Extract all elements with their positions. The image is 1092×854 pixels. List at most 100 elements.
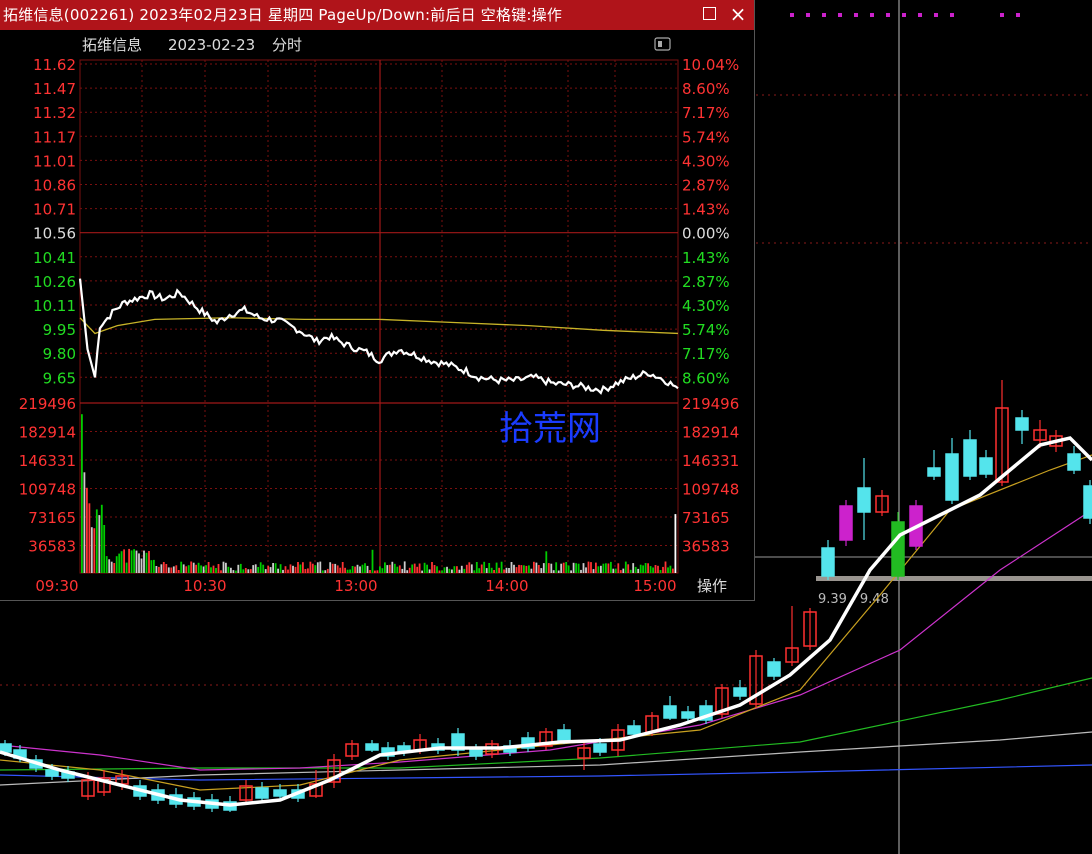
volume-bar: [115, 556, 118, 573]
volume-bar: [311, 563, 314, 573]
candlestick[interactable]: [839, 500, 853, 546]
volume-bar: [391, 561, 394, 573]
price-label: 9.65: [43, 369, 76, 387]
intraday-chart[interactable]: 拓维信息 2023-02-23 分时 11.62 10.04% 11.47 8.60% 11.…: [0, 30, 754, 600]
percent-label: 8.60%: [682, 80, 730, 98]
restore-button[interactable]: [698, 3, 720, 25]
volume-bar: [148, 551, 150, 573]
candlestick[interactable]: [875, 490, 889, 516]
volume-bar: [485, 568, 488, 573]
candlestick[interactable]: [381, 742, 395, 760]
price-label: 11.01: [33, 152, 76, 170]
volume-bar: [423, 562, 426, 573]
candlestick[interactable]: [239, 780, 253, 804]
candlestick[interactable]: [927, 450, 941, 480]
volume-bar: [649, 566, 652, 573]
volume-bar: [93, 528, 96, 573]
candlestick[interactable]: [785, 606, 799, 666]
candlestick[interactable]: [699, 700, 713, 724]
volume-bar: [436, 566, 438, 573]
percent-label: 1.43%: [682, 201, 730, 219]
volume-bar: [555, 562, 558, 573]
candlestick[interactable]: [733, 680, 747, 700]
restore-icon: [702, 7, 716, 20]
volume-bar: [309, 561, 312, 573]
close-button[interactable]: ×: [727, 3, 749, 25]
volume-bar: [113, 563, 116, 573]
volume-bar: [145, 552, 148, 573]
candlestick[interactable]: [995, 380, 1009, 486]
volume-bar: [153, 559, 155, 573]
volume-bar: [518, 564, 520, 573]
price-label: 11.17: [33, 128, 76, 146]
candlestick[interactable]: [979, 450, 993, 478]
volume-bar: [284, 566, 287, 573]
candle-body: [469, 749, 483, 757]
candlestick[interactable]: [431, 738, 445, 754]
popup-title-bar[interactable]: 拓维信息(002261) 2023年02月23日 星期四 PageUp/Down…: [0, 0, 754, 30]
candle-body: [963, 439, 977, 477]
volume-bar: [416, 566, 419, 573]
candlestick[interactable]: [539, 728, 553, 750]
candlestick[interactable]: [821, 540, 835, 580]
percent-label: 4.30%: [682, 152, 730, 170]
candle-body: [681, 711, 695, 719]
volume-bar: [575, 563, 577, 573]
percent-label: 7.17%: [682, 345, 730, 363]
volume-bar: [187, 565, 190, 573]
volume-bar: [418, 563, 421, 573]
candlestick[interactable]: [451, 728, 465, 756]
candle-body: [945, 453, 959, 501]
toggle-icon-fill: [658, 41, 662, 47]
volume-bar: [339, 567, 342, 573]
candlestick[interactable]: [945, 438, 959, 504]
volume-bar: [299, 564, 302, 573]
volume-bar: [227, 566, 230, 573]
volume-bar: [662, 566, 664, 573]
candlestick[interactable]: [365, 740, 379, 752]
candlestick[interactable]: [803, 608, 817, 650]
volume-bar: [523, 565, 525, 573]
candlestick[interactable]: [891, 512, 905, 580]
chart-toggle-icon[interactable]: [654, 37, 671, 51]
volume-bar: [540, 568, 543, 573]
candlestick[interactable]: [663, 696, 677, 720]
intraday-popup-window[interactable]: 拓维信息(002261) 2023年02月23日 星期四 PageUp/Down…: [0, 0, 755, 601]
candlestick[interactable]: [767, 658, 781, 680]
volume-bar: [515, 567, 518, 573]
volume-bar: [125, 562, 128, 573]
volume-bar: [411, 564, 414, 573]
volume-bar: [195, 564, 197, 573]
volume-bar: [393, 563, 396, 573]
volume-bar: [326, 568, 329, 573]
candlestick[interactable]: [521, 732, 535, 752]
volume-bar: [220, 570, 222, 573]
volume-bar: [585, 567, 587, 573]
operate-label[interactable]: 操作: [697, 577, 727, 595]
candle-body: [1083, 485, 1092, 519]
candlestick[interactable]: [1015, 410, 1029, 444]
volume-bar: [346, 569, 349, 573]
volume-bar: [642, 565, 644, 573]
volume-bar: [272, 563, 274, 573]
volume-bar: [267, 565, 270, 573]
volume-bar: [289, 564, 292, 573]
volume-bar: [463, 568, 466, 573]
volume-bar: [371, 549, 374, 573]
candlestick[interactable]: [963, 430, 977, 480]
volume-bar: [158, 566, 160, 573]
candlestick[interactable]: [1083, 480, 1092, 524]
volume-bar: [458, 569, 461, 573]
volume-bar: [197, 562, 200, 573]
candlestick[interactable]: [1067, 446, 1081, 474]
volume-bar: [552, 570, 555, 573]
candlestick[interactable]: [857, 458, 871, 540]
marker-dot: [806, 13, 810, 17]
candlestick[interactable]: [255, 782, 269, 802]
candle-body: [255, 787, 269, 799]
volume-bar: [292, 565, 294, 573]
candlestick[interactable]: [345, 740, 359, 760]
volume-bar: [140, 558, 143, 573]
candle-body: [767, 661, 781, 677]
candle-body: [821, 547, 835, 577]
